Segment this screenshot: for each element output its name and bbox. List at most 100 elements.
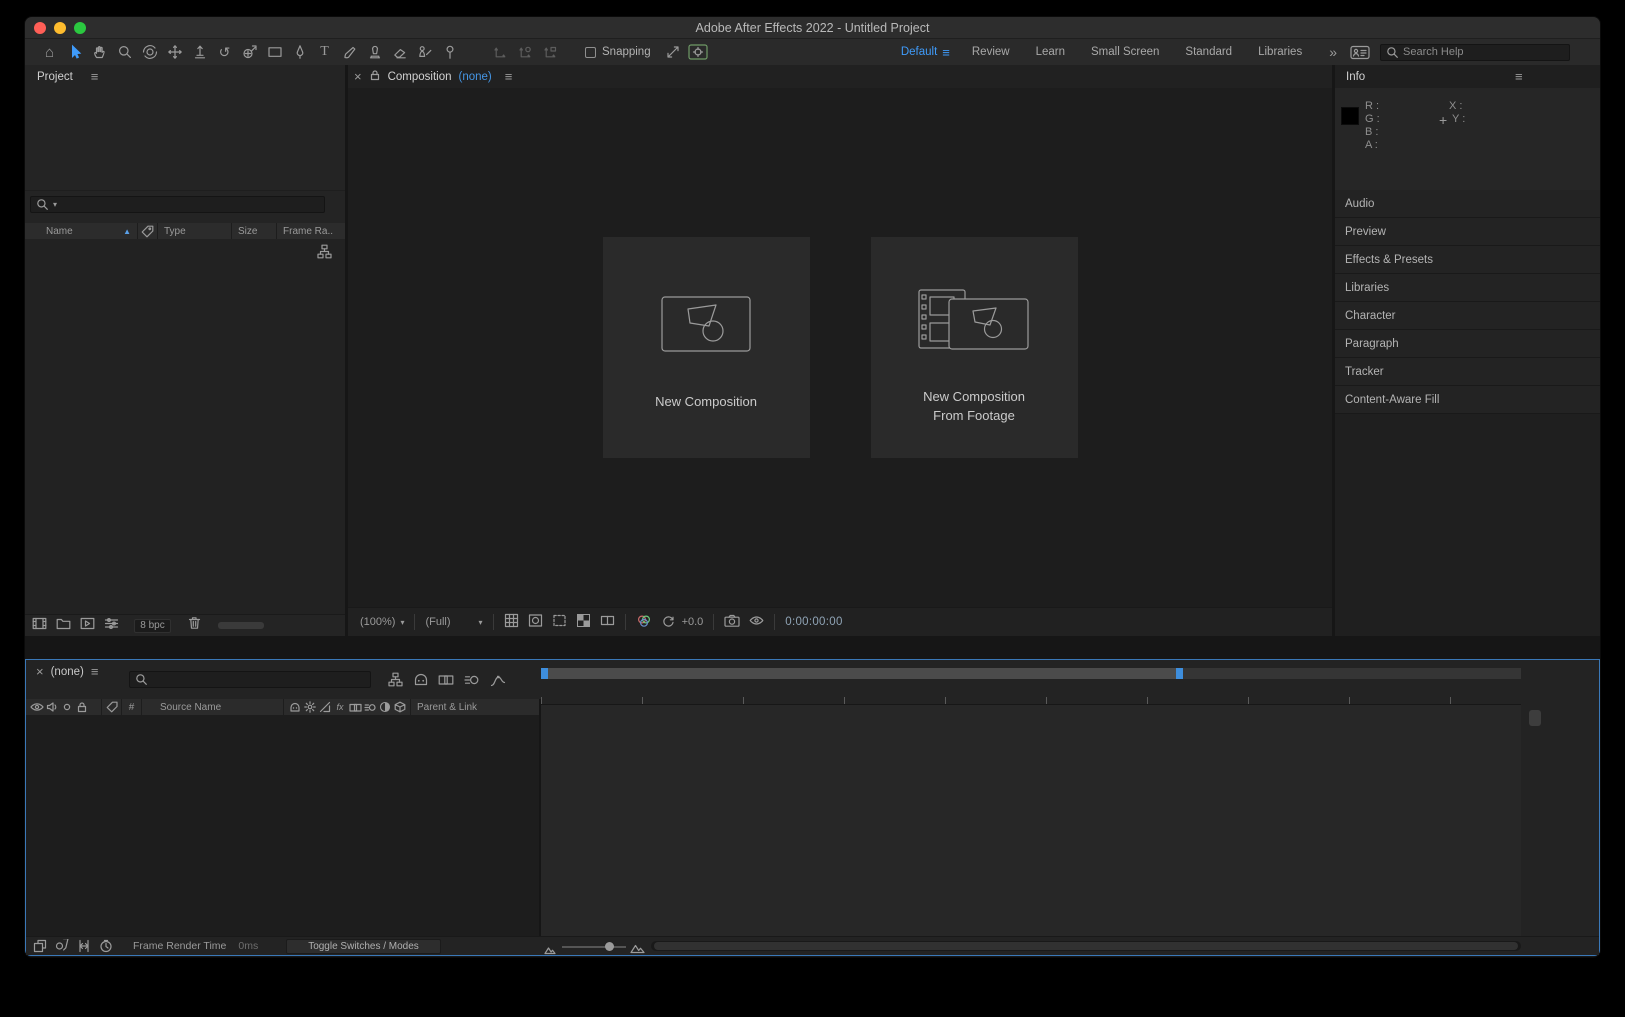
column-frame-rate[interactable]: Frame Ra.. — [277, 223, 345, 239]
navigator-view-region[interactable] — [548, 668, 1176, 679]
lock-tab-button[interactable] — [369, 68, 381, 86]
av-features-column[interactable] — [26, 699, 102, 715]
timeline-zoom-knob[interactable] — [605, 942, 614, 951]
workspace-default[interactable]: Default — [901, 46, 937, 58]
pan-camera-tool[interactable] — [162, 41, 187, 63]
timeline-navigator-bar[interactable] — [541, 668, 1521, 679]
close-tab-icon[interactable]: × — [36, 664, 44, 679]
roto-brush-tool[interactable] — [412, 41, 437, 63]
composition-tab-target[interactable]: (none) — [459, 71, 492, 83]
bit-depth-button[interactable]: 8 bpc — [134, 619, 171, 633]
hide-shy-layers-button[interactable] — [413, 672, 428, 692]
navigator-end-handle[interactable] — [1176, 668, 1183, 679]
project-flowchart-button[interactable] — [317, 244, 332, 264]
project-tab[interactable]: Project — [37, 71, 73, 83]
sort-ascending-icon[interactable]: ▲ — [123, 227, 131, 236]
clone-stamp-tool[interactable] — [362, 41, 387, 63]
close-tab-icon[interactable]: × — [354, 69, 362, 84]
layer-number-column[interactable]: # — [122, 699, 142, 715]
project-search-input[interactable] — [61, 199, 319, 211]
world-axis-mode[interactable] — [513, 41, 538, 63]
snapping-toggle[interactable]: Snapping — [585, 46, 651, 58]
workspace-review[interactable]: Review — [972, 46, 1010, 58]
navigator-start-handle[interactable] — [541, 668, 548, 679]
column-name[interactable]: Name ▲ — [25, 223, 138, 239]
navigator-track[interactable] — [1183, 668, 1521, 679]
new-composition-from-footage-button[interactable]: New Composition From Footage — [871, 237, 1078, 458]
project-panel-menu-icon[interactable]: ≡ — [91, 69, 99, 84]
rectangle-tool[interactable] — [262, 41, 287, 63]
rotation-tool[interactable]: ↺ — [212, 41, 237, 63]
layer-switches-pane-button[interactable] — [31, 935, 49, 957]
source-name-column[interactable]: Source Name — [142, 699, 284, 715]
transparency-grid-button[interactable] — [576, 613, 591, 631]
grid-guides-button[interactable] — [504, 613, 519, 631]
frame-blending-button[interactable] — [438, 673, 454, 692]
timeline-horizontal-scrollbar[interactable] — [651, 941, 1521, 951]
type-tool[interactable]: T — [312, 41, 337, 63]
project-settings-button[interactable] — [104, 617, 119, 635]
zoom-out-frames-icon[interactable] — [544, 942, 556, 960]
zoom-in-frames-icon[interactable] — [630, 941, 645, 959]
search-scope-dropdown-ic on[interactable]: ▾ — [53, 200, 57, 209]
vertical-scrollbar-thumb[interactable] — [1529, 710, 1541, 726]
new-composition-button-large[interactable]: New Composition — [603, 237, 810, 458]
composition-panel-menu-icon[interactable]: ≡ — [505, 69, 513, 84]
take-snapshot-button[interactable] — [724, 614, 740, 630]
mask-visibility-button[interactable] — [528, 613, 543, 631]
current-timecode[interactable]: 0:00:00:00 — [785, 616, 842, 628]
timeline-search-input[interactable] — [152, 674, 365, 686]
orbit-camera-tool[interactable] — [137, 41, 162, 63]
snapping-checkbox[interactable] — [585, 47, 596, 58]
parent-link-column[interactable]: Parent & Link — [411, 699, 539, 715]
column-size[interactable]: Size — [232, 223, 277, 239]
home-tool[interactable]: ⌂ — [37, 41, 62, 63]
interpret-footage-button[interactable] — [32, 617, 47, 635]
timeline-zoom-slider[interactable] — [562, 946, 626, 948]
render-time-pane-button[interactable] — [97, 935, 115, 957]
magnification-dropdown[interactable]: (100%) — [360, 616, 395, 628]
info-panel-menu-icon[interactable]: ≡ — [1515, 69, 1523, 84]
composition-tab[interactable]: Composition — [388, 71, 452, 83]
column-label-color[interactable] — [138, 223, 158, 239]
dolly-camera-tool[interactable] — [187, 41, 212, 63]
snap-angle-button[interactable] — [661, 41, 686, 63]
pixel-aspect-button[interactable] — [600, 613, 615, 631]
new-folder-button[interactable] — [56, 617, 71, 635]
transfer-controls-pane-button[interactable] — [53, 935, 71, 957]
timeline-tab-label[interactable]: (none) — [51, 666, 84, 678]
hand-tool[interactable] — [87, 41, 112, 63]
panel-tab-paragraph[interactable]: Paragraph — [1335, 330, 1600, 358]
workspace-small-screen[interactable]: Small Screen — [1091, 46, 1159, 58]
timeline-panel-menu-icon[interactable]: ≡ — [91, 664, 99, 679]
in-out-panes-button[interactable] — [75, 935, 93, 957]
timeline-search[interactable] — [129, 671, 371, 688]
show-channel-button[interactable] — [636, 613, 652, 632]
label-column[interactable] — [102, 699, 122, 715]
selection-tool[interactable] — [62, 41, 87, 63]
workspace-learn[interactable]: Learn — [1036, 46, 1065, 58]
info-tab[interactable]: Info — [1346, 71, 1365, 83]
new-composition-button[interactable] — [80, 617, 95, 635]
timeline-ruler[interactable] — [541, 684, 1521, 705]
brush-tool[interactable] — [337, 41, 362, 63]
zoom-tool[interactable] — [112, 41, 137, 63]
workspace-standard[interactable]: Standard — [1185, 46, 1232, 58]
graph-editor-button[interactable] — [490, 673, 506, 692]
panel-tab-audio[interactable]: Audio — [1335, 190, 1600, 218]
delete-item-button[interactable] — [188, 616, 201, 635]
column-type[interactable]: Type — [158, 223, 232, 239]
snap-options-button[interactable] — [686, 41, 711, 63]
panel-tab-content-aware-fill[interactable]: Content-Aware Fill — [1335, 386, 1600, 414]
resolution-dropdown[interactable]: (Full) — [425, 616, 450, 628]
motion-blur-button[interactable] — [464, 673, 480, 692]
workspace-menu-icon[interactable]: ≡ — [942, 46, 950, 59]
local-axis-mode[interactable] — [488, 41, 513, 63]
resolution-dropdown-icon[interactable]: ▾ — [479, 618, 483, 627]
switches-column[interactable]: fx — [284, 699, 411, 715]
panel-tab-preview[interactable]: Preview — [1335, 218, 1600, 246]
pan-behind-tool[interactable] — [237, 41, 262, 63]
timeline-tab[interactable]: × (none) ≡ — [36, 664, 98, 679]
help-search[interactable] — [1380, 44, 1570, 61]
workspace-overflow-icon[interactable]: » — [1329, 44, 1337, 60]
